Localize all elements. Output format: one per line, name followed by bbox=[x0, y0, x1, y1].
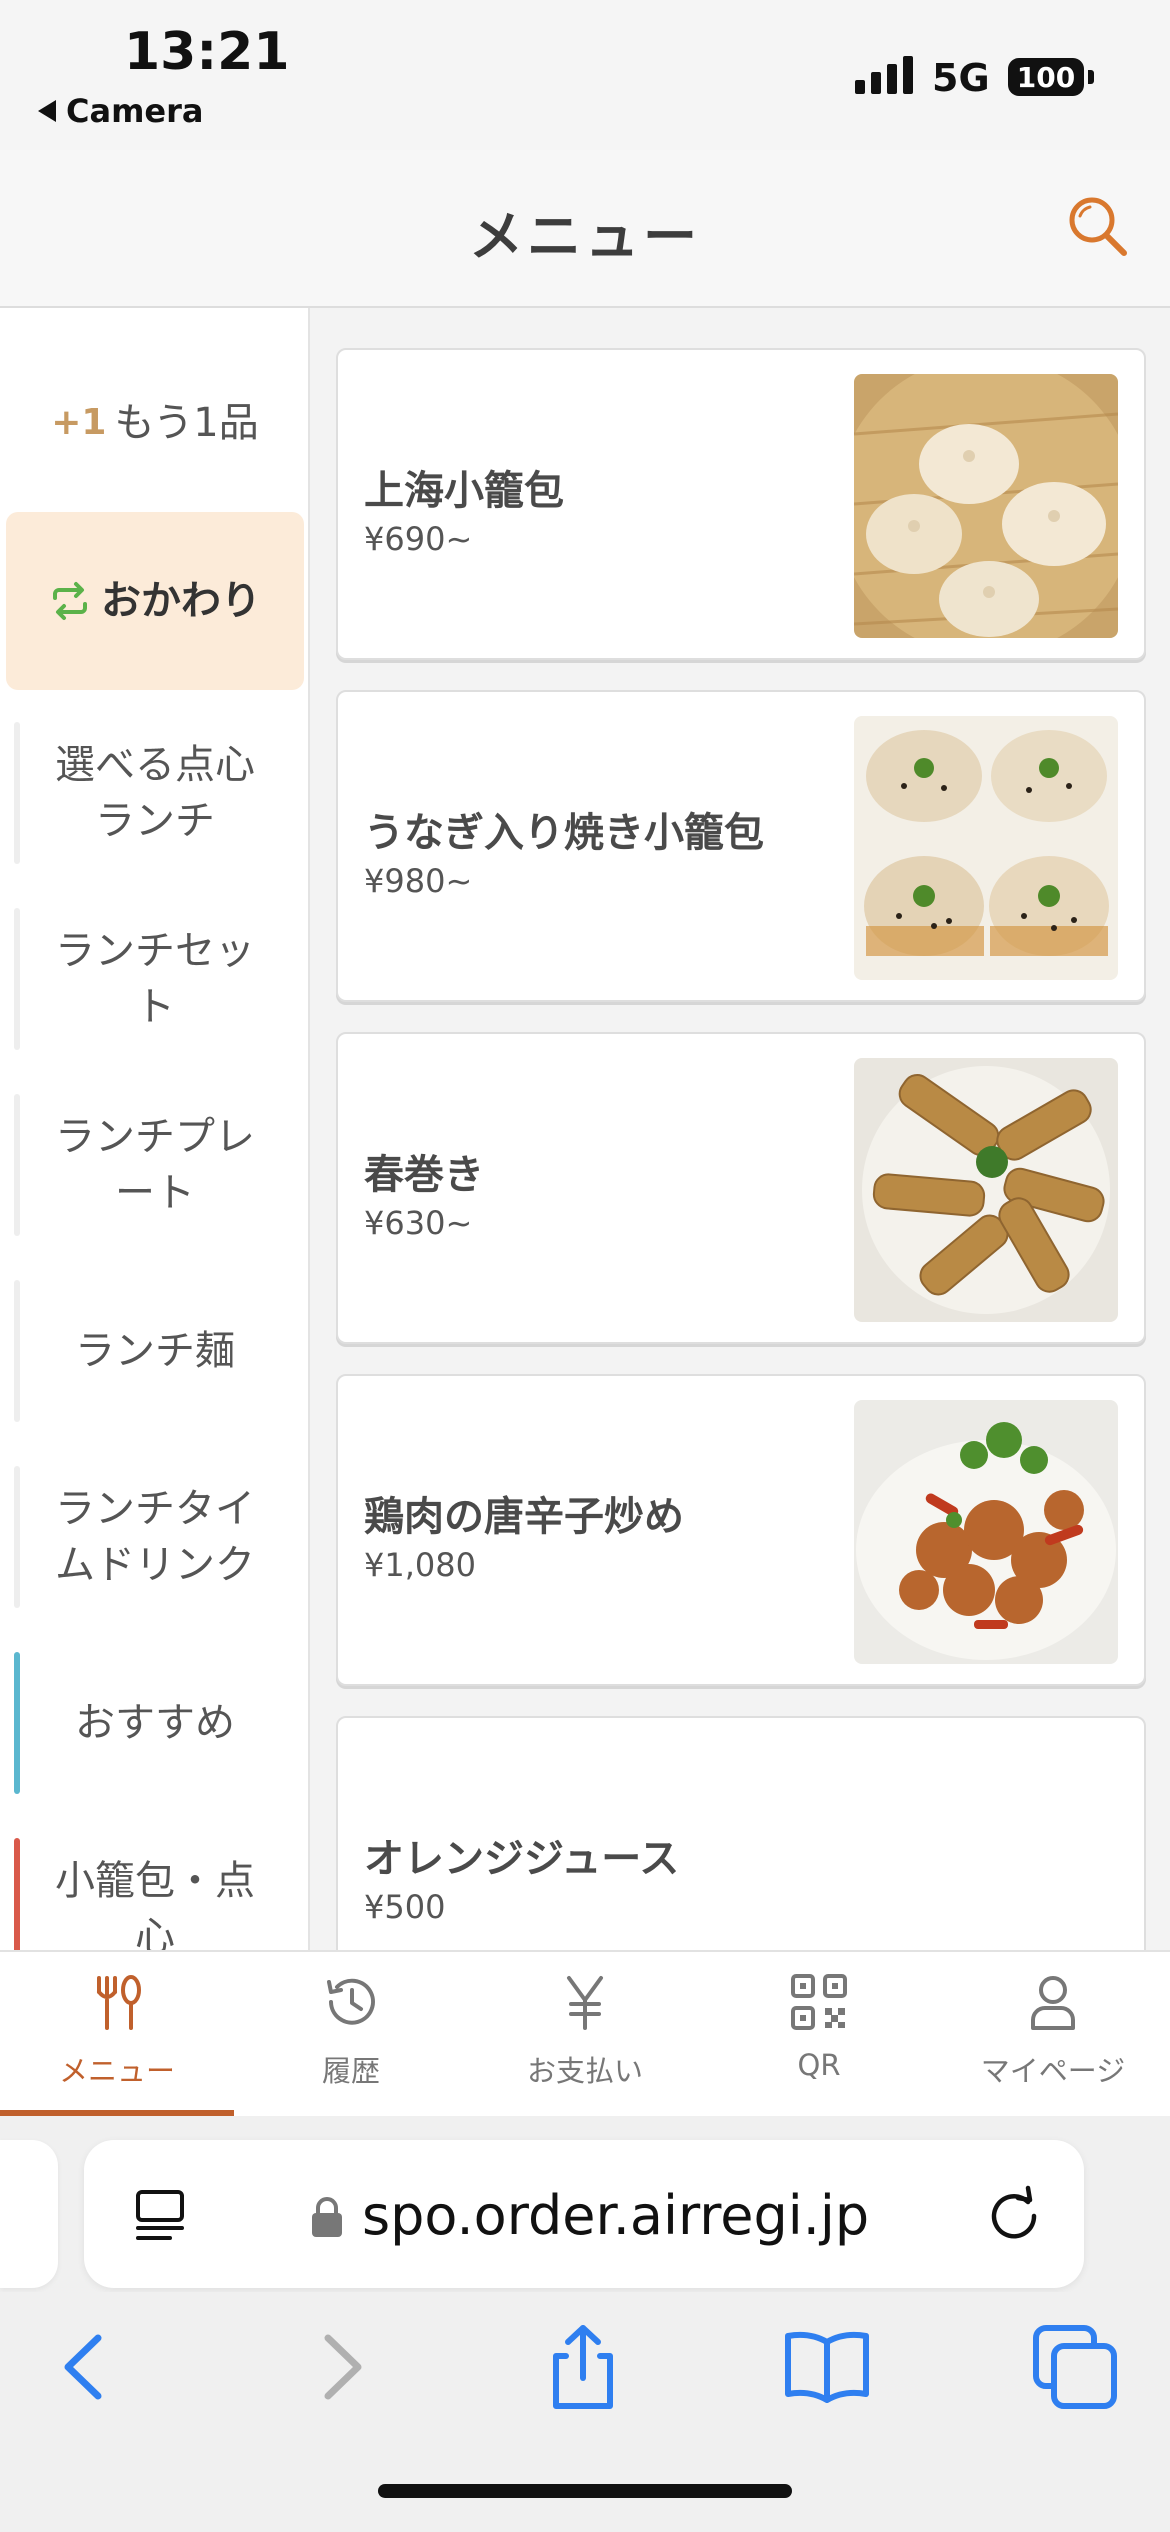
lock-icon bbox=[312, 2197, 342, 2237]
status-bar: 13:21 Camera 5G 100 bbox=[0, 0, 1170, 150]
app-header: メニュー bbox=[0, 150, 1170, 308]
menu-item-card[interactable]: 鶏肉の唐辛子炒め ¥1,080 bbox=[336, 1374, 1146, 1686]
signal-icon bbox=[855, 54, 913, 94]
menu-item-name: オレンジジュース bbox=[364, 1836, 680, 1882]
sidebar-item-marker bbox=[14, 908, 20, 1050]
sidebar-item-label: ランチセット bbox=[55, 928, 255, 1030]
tab-label: QR bbox=[797, 2048, 841, 2082]
xiaolongbao-photo bbox=[854, 374, 1118, 638]
tab-mypage[interactable]: マイページ bbox=[936, 1952, 1170, 2116]
menu-item-name: 鶏肉の唐辛子炒め bbox=[364, 1494, 684, 1540]
plus-one-icon: +1 bbox=[51, 402, 107, 443]
sidebar-item-recommended[interactable]: おすすめ bbox=[6, 1638, 304, 1808]
pan-fried-bao-photo bbox=[854, 716, 1118, 980]
bottom-tab-bar: メニュー 履歴 お支払い QR マイページ bbox=[0, 1950, 1170, 2118]
tabs-icon[interactable] bbox=[1030, 2322, 1120, 2412]
url-text: spo.order.airregi.jp bbox=[362, 2184, 870, 2247]
forward-icon[interactable] bbox=[296, 2322, 386, 2412]
tab-label: 履歴 bbox=[321, 2054, 380, 2088]
tab-menu[interactable]: メニュー bbox=[0, 1952, 234, 2116]
sidebar-item-label: ランチタイムドリンク bbox=[55, 1486, 255, 1588]
share-icon[interactable] bbox=[538, 2322, 628, 2412]
menu-item-name: 上海小籠包 bbox=[364, 468, 564, 514]
home-indicator bbox=[378, 2484, 792, 2498]
sidebar-item-label: ランチ麺 bbox=[75, 1328, 235, 1374]
search-button[interactable] bbox=[1060, 190, 1136, 266]
sidebar-item-label: おかわり bbox=[101, 578, 261, 624]
sidebar-item-marker bbox=[14, 1094, 20, 1236]
tab-label: メニュー bbox=[58, 2054, 175, 2088]
refresh-icon bbox=[53, 582, 87, 620]
menu-item-name: 春巻き bbox=[364, 1152, 484, 1198]
sidebar-item-marker bbox=[14, 1838, 20, 1950]
address-bar[interactable]: spo.order.airregi.jp bbox=[84, 2140, 1084, 2288]
sidebar-item-lunch-plate[interactable]: ランチプレート bbox=[6, 1080, 304, 1250]
status-time: 13:21 bbox=[124, 22, 290, 82]
sidebar-item-label: おすすめ bbox=[75, 1700, 235, 1746]
spring-rolls-photo bbox=[854, 1058, 1118, 1322]
network-label: 5G bbox=[932, 56, 990, 100]
menu-item-price: ¥500 bbox=[364, 1888, 446, 1926]
tab-history[interactable]: 履歴 bbox=[234, 1952, 468, 2116]
sidebar-item-refill[interactable]: おかわり bbox=[6, 512, 304, 690]
back-to-app-link[interactable]: Camera bbox=[38, 92, 204, 130]
menu-item-name: うなぎ入り焼き小籠包 bbox=[364, 810, 764, 856]
sidebar-item-lunch-noodles[interactable]: ランチ麺 bbox=[6, 1266, 304, 1436]
menu-item-card[interactable]: オレンジジュース ¥500 bbox=[336, 1716, 1146, 1950]
back-triangle-icon bbox=[38, 100, 56, 122]
sidebar-item-more[interactable]: +1 もう1品 bbox=[6, 348, 304, 498]
menu-item-price: ¥630~ bbox=[364, 1204, 473, 1242]
menu-item-price: ¥980~ bbox=[364, 862, 473, 900]
history-icon bbox=[327, 1978, 375, 2025]
sidebar-item-marker bbox=[14, 1652, 20, 1794]
menu-item-card[interactable]: 上海小籠包 ¥690~ bbox=[336, 348, 1146, 660]
menu-item-price: ¥690~ bbox=[364, 520, 473, 558]
battery-tip bbox=[1088, 70, 1094, 84]
back-icon[interactable] bbox=[40, 2322, 130, 2412]
previous-tab-peek[interactable] bbox=[0, 2140, 58, 2288]
back-app-label: Camera bbox=[66, 92, 204, 130]
tab-label: マイページ bbox=[980, 2054, 1126, 2088]
sidebar-item-lunch-drink[interactable]: ランチタイムドリンク bbox=[6, 1452, 304, 1622]
menu-item-price: ¥1,080 bbox=[364, 1546, 476, 1584]
person-icon bbox=[1031, 1976, 1075, 2030]
sidebar-item-label: ランチプレート bbox=[55, 1114, 255, 1216]
category-sidebar: +1 もう1品 おかわり 選べる点心ランチ ランチセット ランチプレート ランチ… bbox=[0, 308, 311, 1950]
reader-icon[interactable] bbox=[130, 2184, 190, 2244]
sidebar-item-dumplings[interactable]: 小籠包・点心 bbox=[6, 1824, 304, 1950]
menu-item-card[interactable]: 春巻き ¥630~ bbox=[336, 1032, 1146, 1344]
sidebar-item-label: もう1品 bbox=[114, 400, 259, 446]
sidebar-item-marker bbox=[14, 1466, 20, 1608]
page-title: メニュー bbox=[469, 205, 701, 268]
tab-qr[interactable]: QR bbox=[702, 1952, 936, 2116]
bookmarks-icon[interactable] bbox=[782, 2322, 872, 2412]
sidebar-item-lunch-set[interactable]: ランチセット bbox=[6, 894, 304, 1064]
tab-payment[interactable]: お支払い bbox=[468, 1952, 702, 2116]
sidebar-item-marker bbox=[14, 722, 20, 864]
sidebar-item-dimsum-lunch[interactable]: 選べる点心ランチ bbox=[6, 708, 304, 878]
menu-list: 上海小籠包 ¥690~ うなぎ入り焼き小籠包 ¥980~ 春巻き ¥630~ 鶏… bbox=[310, 308, 1170, 1950]
reload-icon[interactable] bbox=[984, 2184, 1044, 2244]
yen-icon bbox=[567, 1976, 603, 2030]
battery-icon: 100 bbox=[1008, 58, 1084, 96]
browser-url-area: spo.order.airregi.jp bbox=[0, 2116, 1170, 2292]
sidebar-item-label: 選べる点心ランチ bbox=[55, 742, 255, 844]
qr-code-icon bbox=[791, 1974, 847, 2030]
search-icon bbox=[1069, 197, 1127, 256]
fork-knife-icon bbox=[97, 1975, 141, 2030]
sidebar-item-label: 小籠包・点心 bbox=[55, 1858, 255, 1950]
sidebar-item-marker bbox=[14, 1280, 20, 1422]
chili-chicken-photo bbox=[854, 1400, 1118, 1664]
tab-label: お支払い bbox=[526, 2054, 643, 2088]
menu-item-card[interactable]: うなぎ入り焼き小籠包 ¥980~ bbox=[336, 690, 1146, 1002]
